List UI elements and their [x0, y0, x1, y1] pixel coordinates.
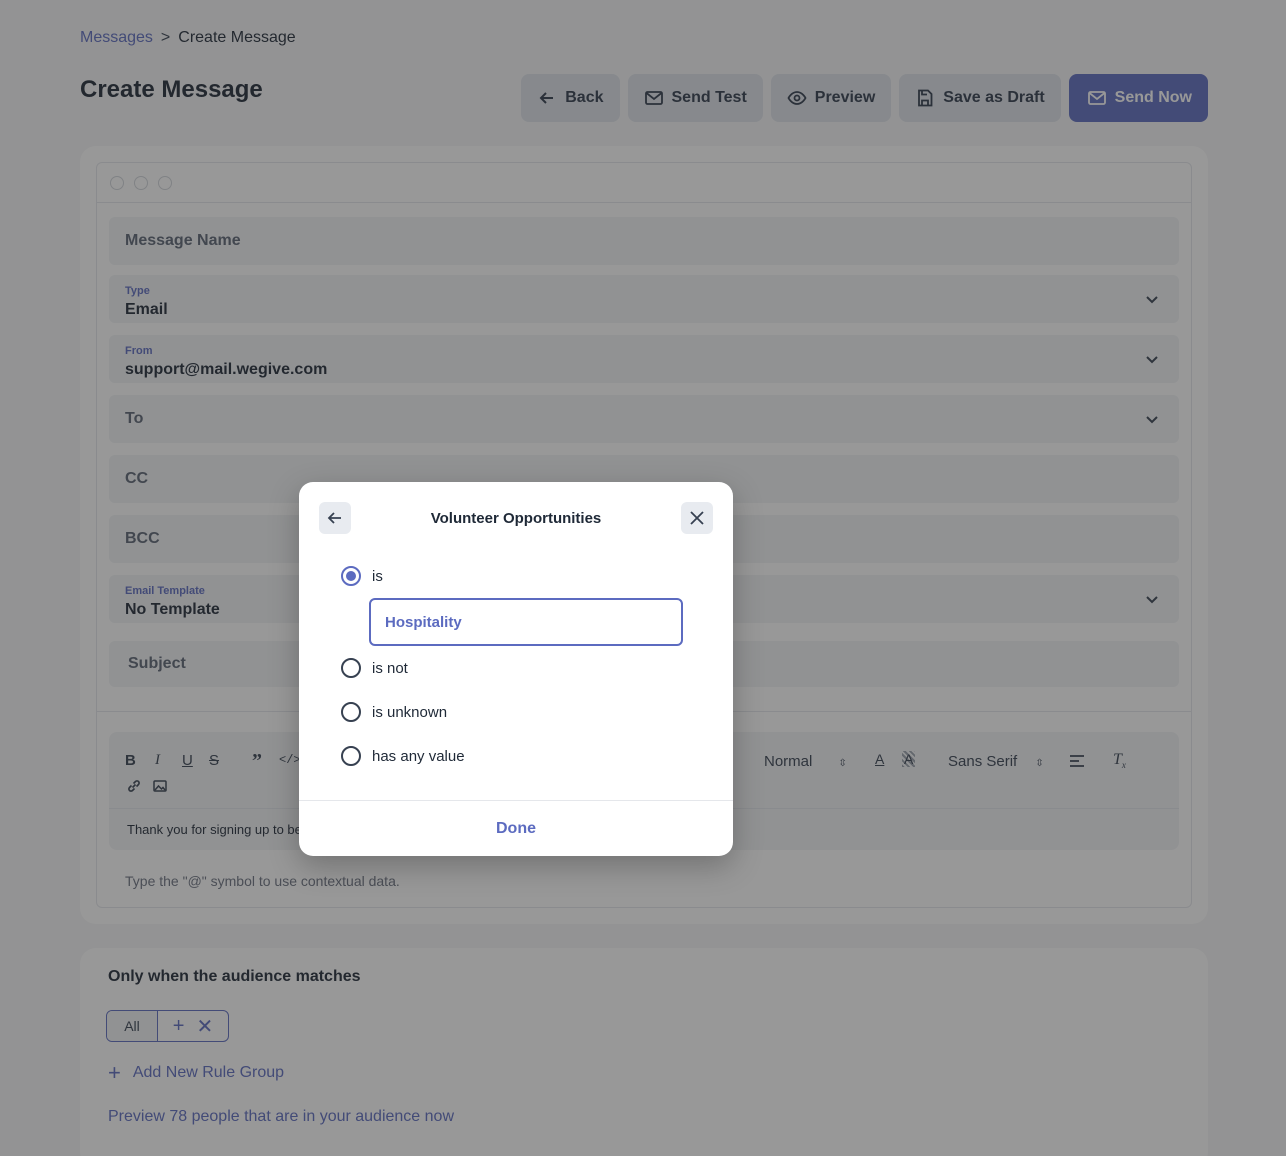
modal-footer: Done: [299, 800, 733, 856]
close-icon: [690, 511, 704, 525]
radio-is[interactable]: [341, 566, 361, 586]
radio-is-unknown[interactable]: [341, 702, 361, 722]
option-is-not-label: is not: [372, 659, 408, 677]
radio-is-not[interactable]: [341, 658, 361, 678]
radio-has-any-value[interactable]: [341, 746, 361, 766]
option-is-label: is: [372, 567, 383, 585]
option-has-any-value-label: has any value: [372, 747, 465, 765]
option-is-not[interactable]: is not: [341, 658, 408, 678]
modal-title: Volunteer Opportunities: [430, 510, 602, 527]
filter-modal: Volunteer Opportunities is is not is unk…: [299, 482, 733, 856]
modal-close-button[interactable]: [681, 502, 713, 534]
done-button[interactable]: Done: [496, 820, 536, 838]
value-input[interactable]: [369, 598, 683, 646]
option-is[interactable]: is: [341, 566, 383, 586]
page: Messages > Create Message Create Message…: [0, 0, 1286, 1156]
option-has-any-value[interactable]: has any value: [341, 746, 465, 766]
option-is-unknown-label: is unknown: [372, 703, 448, 721]
option-is-unknown[interactable]: is unknown: [341, 702, 447, 722]
